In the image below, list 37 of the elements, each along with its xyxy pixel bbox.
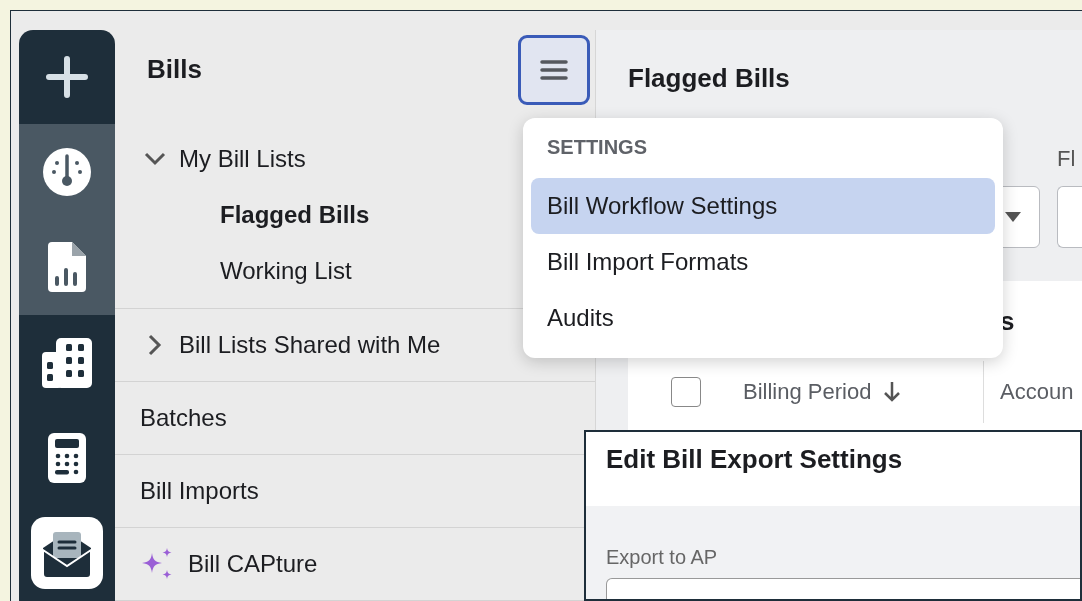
rail-button[interactable] <box>48 433 86 483</box>
filter-label: Fl <box>1057 146 1076 172</box>
gauge-icon <box>42 147 92 197</box>
plus-icon <box>45 55 89 100</box>
menu-icon <box>540 58 568 81</box>
buildings-icon <box>42 337 92 388</box>
dialog-title: Edit Bill Export Settings <box>606 444 903 475</box>
select-field[interactable] <box>606 578 1080 599</box>
chevron-down-icon[interactable] <box>143 152 167 166</box>
nav-link[interactable]: Batches <box>140 404 227 432</box>
menu-item[interactable]: Bill Import Formats <box>531 234 995 290</box>
menu-item[interactable]: Audits <box>531 290 995 346</box>
tree-item[interactable]: My Bill Lists <box>179 145 306 173</box>
page-title: Flagged Bills <box>628 61 791 95</box>
sidebar-title: Bills <box>147 54 202 85</box>
menu-button[interactable] <box>518 34 590 105</box>
nav-link[interactable]: Bill CAPture <box>188 550 318 578</box>
checkbox[interactable] <box>670 377 701 407</box>
caret-icon <box>1005 212 1021 222</box>
chart-document-icon <box>48 242 86 293</box>
column-header[interactable]: Billing Period <box>743 379 872 405</box>
mail-button[interactable] <box>31 517 103 590</box>
menu-item[interactable]: Bill Workflow Settings <box>531 178 995 234</box>
tree-item[interactable]: Working List <box>220 257 352 285</box>
menu-heading: SETTINGS <box>546 136 647 160</box>
field-label: Export to AP <box>606 546 718 569</box>
rail-button[interactable] <box>48 242 86 293</box>
tree-item[interactable]: Flagged Bills <box>220 201 370 229</box>
search-field[interactable] <box>1057 186 1082 248</box>
rail-button[interactable] <box>42 337 92 388</box>
tree-item[interactable]: Bill Lists Shared with Me <box>179 331 441 359</box>
rail-button[interactable] <box>45 55 89 100</box>
arrow-down-icon[interactable] <box>883 381 902 403</box>
calculator-icon <box>48 433 86 483</box>
nav-link[interactable]: Bill Imports <box>140 477 259 505</box>
column-header[interactable]: Accoun <box>1000 379 1074 405</box>
rail-button[interactable] <box>42 147 92 197</box>
